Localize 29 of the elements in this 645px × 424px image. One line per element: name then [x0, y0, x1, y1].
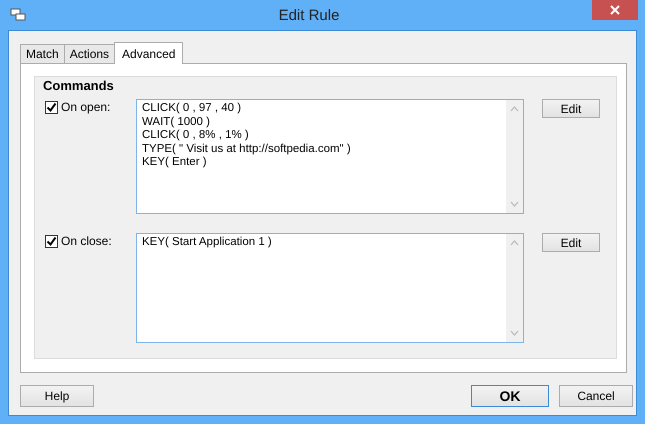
- command-line: WAIT( 1000 ): [142, 116, 210, 129]
- checkbox-label: On close:: [61, 234, 112, 248]
- scrollbar[interactable]: [506, 234, 523, 342]
- checkbox-label: On open:: [61, 100, 110, 114]
- tab[interactable]: Match: [20, 44, 65, 63]
- command-line: TYPE( " Visit us at http://softpedia.com" ): [142, 142, 351, 156]
- dialog-button[interactable]: OK: [471, 385, 549, 407]
- command-line: KEY( Enter ): [142, 156, 207, 170]
- edit-button[interactable]: Edit: [542, 233, 600, 252]
- tab[interactable]: Advanced: [114, 42, 184, 64]
- scrollbar[interactable]: [506, 100, 523, 213]
- command-text-area[interactable]: CLICK( 0 , 97 , 40 ) WAIT( 1000 ) CLICK( 0 , 8% , 1% ) TYPE( " Visit us at http://softpedia.com" ) KEY( Enter ): [136, 99, 524, 214]
- group-title: Commands: [43, 78, 114, 93]
- tab[interactable]: Actions: [64, 44, 116, 63]
- close-icon: [610, 5, 620, 15]
- checkbox[interactable]: [45, 100, 58, 114]
- command-line: KEY( Start Application 1 ): [142, 236, 272, 250]
- dialog-button[interactable]: Help: [20, 385, 94, 407]
- check-icon: [46, 236, 57, 246]
- window-title: Edit Rule: [278, 6, 340, 24]
- edit-button[interactable]: Edit: [542, 99, 600, 118]
- app-icon: [10, 8, 26, 22]
- command-line: CLICK( 0 , 8% , 1% ): [142, 129, 249, 142]
- checkbox[interactable]: [45, 234, 58, 248]
- close-button[interactable]: [592, 0, 638, 20]
- command-text-area[interactable]: KEY( Start Application 1 ): [136, 233, 524, 343]
- dialog-button[interactable]: Cancel: [559, 385, 633, 407]
- check-icon: [46, 102, 57, 112]
- command-line: CLICK( 0 , 97 , 40 ): [142, 102, 242, 116]
